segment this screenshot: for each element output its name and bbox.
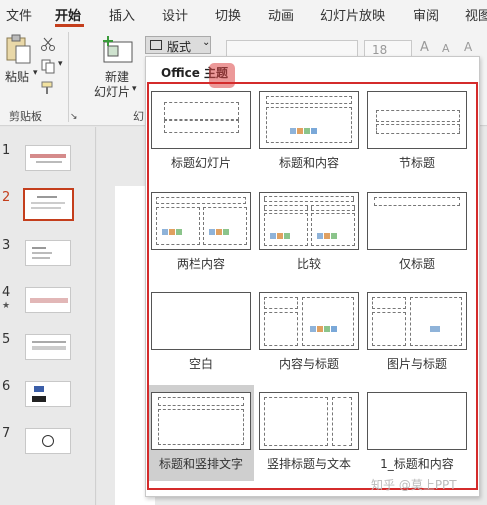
slide-number-1: 1 [2, 143, 11, 158]
format-painter-icon[interactable] [40, 80, 56, 96]
tab-design[interactable]: 设计 [162, 5, 188, 24]
tab-transitions[interactable]: 切换 [215, 5, 241, 24]
clipboard-launcher-icon[interactable]: ↘ [70, 112, 78, 122]
layout-button-label: 版式 [167, 40, 192, 54]
slide-thumbnail-3[interactable] [25, 240, 71, 266]
paste-label[interactable]: 粘贴 [5, 68, 29, 85]
layout-icon [150, 40, 162, 50]
tab-home[interactable]: 开始 [55, 5, 81, 24]
tab-animations[interactable]: 动画 [268, 5, 294, 24]
slide-number-5: 5 [2, 332, 11, 347]
tab-view[interactable]: 视图 [465, 5, 487, 24]
watermark: 知乎 @莫上PPT [371, 478, 457, 492]
tab-review[interactable]: 审阅 [413, 5, 439, 24]
tab-slideshow[interactable]: 幻灯片放映 [320, 5, 385, 24]
new-slide-icon[interactable] [100, 34, 134, 64]
slide-thumbnail-1[interactable] [25, 145, 71, 171]
layout-button[interactable]: 版式 ⌄ [145, 36, 211, 54]
slide-number-4: 4 [2, 285, 11, 300]
new-slide-label-line2[interactable]: 幻灯片 [94, 83, 130, 100]
font-size-value: 18 [372, 43, 388, 57]
slide-number-6: 6 [2, 379, 11, 394]
paste-icon[interactable] [6, 34, 32, 64]
group-divider [68, 32, 69, 122]
ribbon-tab-bar: 文件 开始 插入 设计 切换 动画 幻灯片放映 审阅 视图 [0, 0, 487, 28]
slide-thumbnail-4[interactable] [25, 287, 71, 313]
slide-thumbnail-2[interactable] [23, 188, 74, 221]
slide-number-3: 3 [2, 238, 11, 253]
highlight-annotation-frame [147, 82, 478, 490]
new-slide-dropdown-icon[interactable]: ▾ [132, 84, 137, 94]
paste-dropdown-icon[interactable]: ▾ [33, 68, 38, 78]
copy-dropdown-icon[interactable]: ▾ [58, 59, 63, 69]
clear-format-icon[interactable]: A [464, 40, 472, 54]
tab-file[interactable]: 文件 [6, 5, 32, 24]
copy-icon[interactable] [40, 58, 56, 74]
animation-marker-icon: ★ [2, 301, 11, 311]
decrease-font-size-icon[interactable]: A [442, 42, 450, 55]
tab-insert[interactable]: 插入 [109, 5, 135, 24]
slide-thumbnail-5[interactable] [25, 334, 71, 360]
slide-thumbnail-7[interactable] [25, 428, 71, 454]
clipboard-group-label: 剪贴板 [9, 110, 42, 123]
slides-group-label: 幻 [133, 110, 144, 123]
active-tab-indicator [55, 24, 84, 27]
slide-thumbnail-6[interactable] [25, 381, 71, 407]
cut-icon[interactable] [40, 36, 56, 52]
chevron-down-icon: ⌄ [202, 37, 211, 48]
slide-number-7: 7 [2, 426, 11, 441]
increase-font-size-icon[interactable]: A [420, 40, 429, 55]
slide-number-2: 2 [2, 190, 11, 205]
